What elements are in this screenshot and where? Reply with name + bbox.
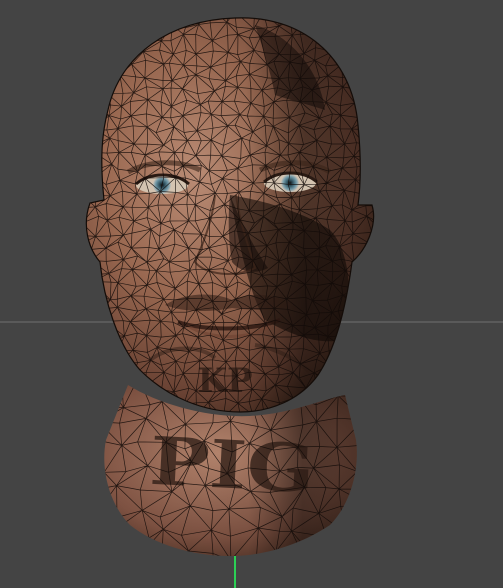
3d-viewport[interactable]: PIG KP <box>0 0 503 588</box>
viewport-scene[interactable]: PIG KP <box>0 0 503 588</box>
head-mesh[interactable]: KP <box>79 0 385 432</box>
